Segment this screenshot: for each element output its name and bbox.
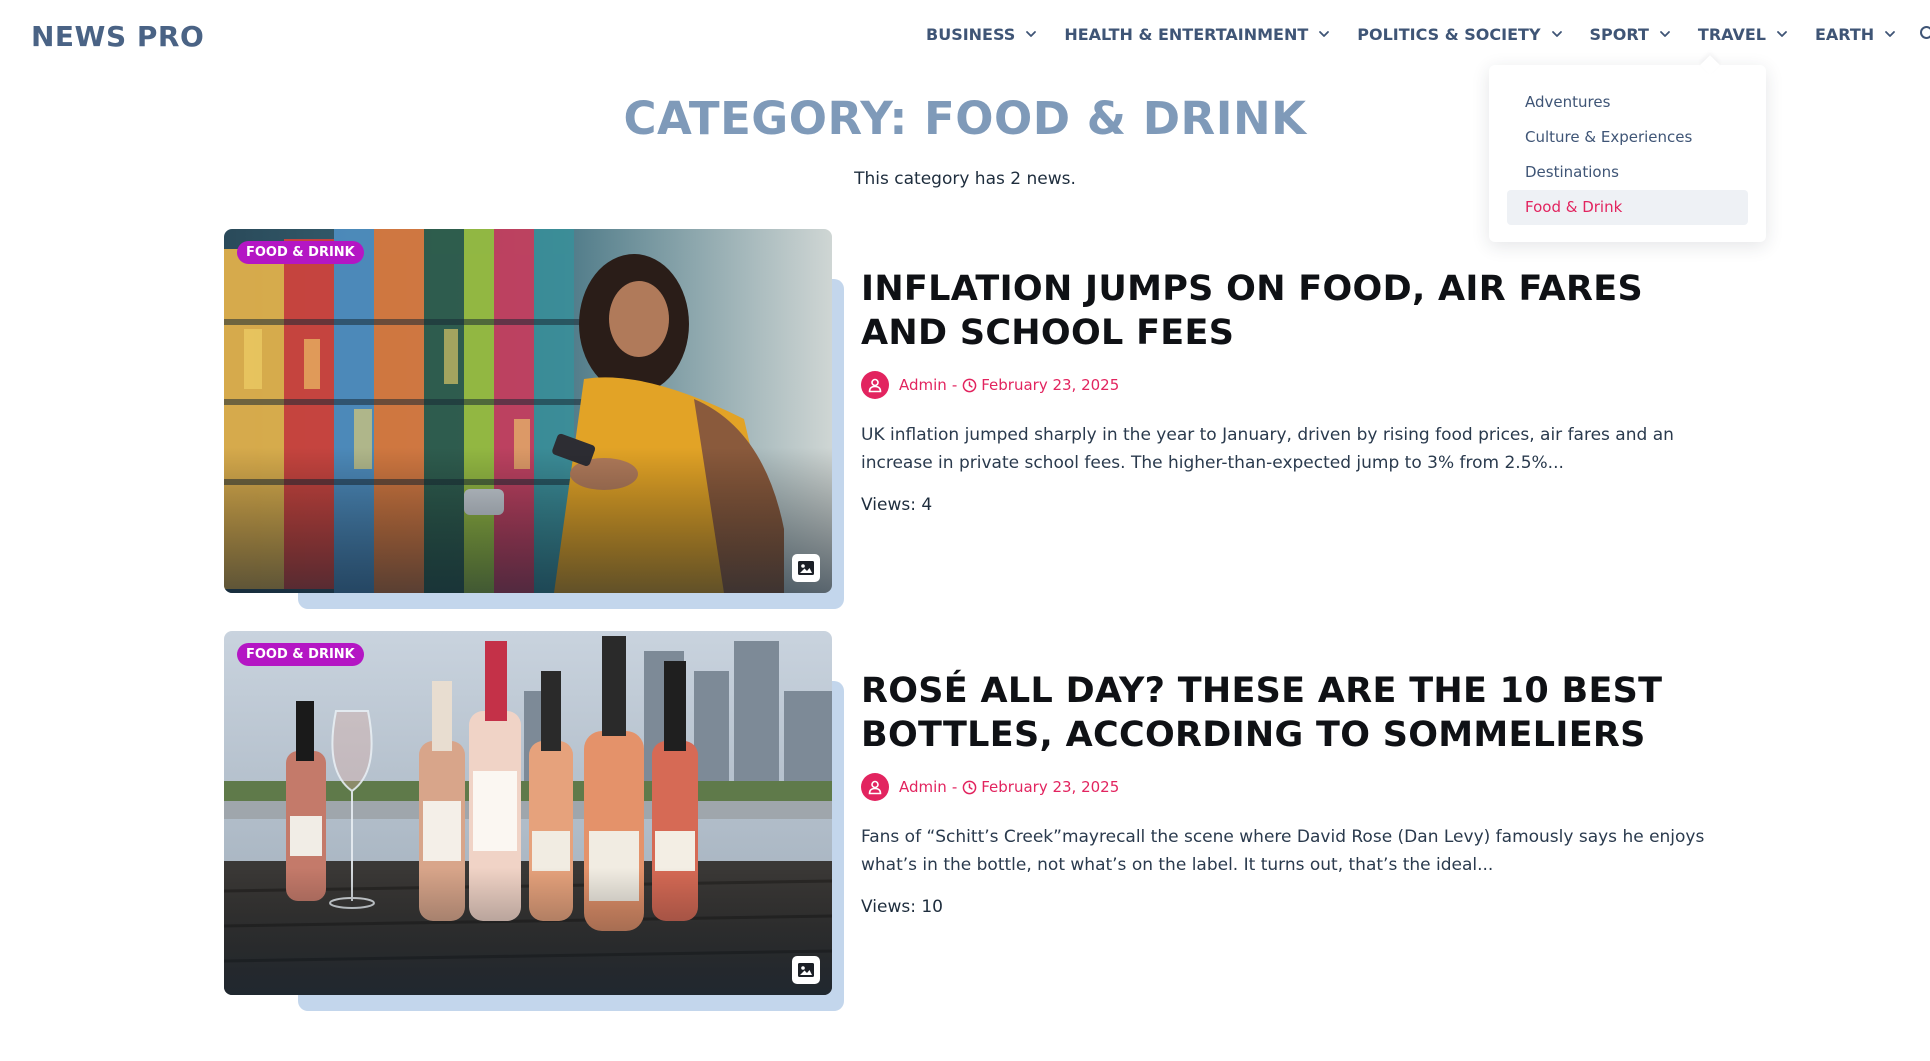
publish-date[interactable]: February 23, 2025 (981, 778, 1119, 796)
article-meta: Admin - February 23, 2025 (861, 773, 1721, 801)
user-icon (868, 378, 882, 393)
main-nav: BUSINESS HEALTH & ENTERTAINMENT POLITICS… (926, 24, 1930, 44)
search-icon (1920, 26, 1930, 39)
article-title[interactable]: INFLATION JUMPS ON FOOD, AIR FARES AND S… (861, 267, 1721, 355)
category-count: This category has 2 news. (854, 169, 1076, 189)
article-card: FOOD & DRINK ROSÉ ALL DAY? THESE ARE THE… (224, 631, 1724, 1011)
chevron-down-icon (1551, 31, 1562, 37)
article-meta: Admin - February 23, 2025 (861, 371, 1721, 399)
clock-icon (962, 780, 977, 794)
nav-label: HEALTH & ENTERTAINMENT (1064, 24, 1309, 44)
nav-label: POLITICS & SOCIETY (1357, 24, 1541, 44)
nav-label: EARTH (1814, 24, 1875, 44)
nav-item-business[interactable]: BUSINESS (926, 25, 1037, 44)
article-excerpt: Fans of “Schitt’s Creek”mayrecall the sc… (861, 827, 1705, 875)
clock-icon (962, 378, 977, 392)
dropdown-item-food-drink[interactable]: Food & Drink (1507, 190, 1748, 225)
image-format-icon (792, 956, 820, 984)
chevron-down-icon (1319, 31, 1330, 37)
author-avatar (861, 371, 889, 399)
image-icon (798, 963, 814, 977)
view-count: Views: 4 (861, 495, 933, 515)
nav-label: SPORT (1589, 24, 1649, 44)
thumbnail-image[interactable]: FOOD & DRINK (224, 631, 832, 995)
wine-bottles-photo (224, 631, 832, 995)
category-badge[interactable]: FOOD & DRINK (237, 643, 364, 666)
chevron-down-icon (1885, 31, 1896, 37)
image-icon (798, 561, 814, 575)
view-count: Views: 10 (861, 897, 943, 917)
nav-item-earth[interactable]: EARTH (1815, 25, 1896, 44)
chevron-down-icon (1660, 31, 1670, 37)
nav-item-sport[interactable]: SPORT (1590, 25, 1671, 44)
search-button[interactable] (1918, 24, 1930, 44)
user-icon (868, 780, 882, 795)
article-excerpt: UK inflation jumped sharply in the year … (861, 425, 1674, 473)
meta-separator: - (951, 778, 958, 796)
author-name[interactable]: Admin (899, 376, 947, 394)
article-title[interactable]: ROSÉ ALL DAY? THESE ARE THE 10 BEST BOTT… (861, 669, 1721, 757)
thumbnail-image[interactable]: FOOD & DRINK (224, 229, 832, 593)
author-name[interactable]: Admin (899, 778, 947, 796)
supermarket-photo (224, 229, 832, 593)
article-content: ROSÉ ALL DAY? THESE ARE THE 10 BEST BOTT… (861, 669, 1721, 917)
author-avatar (861, 773, 889, 801)
nav-item-politics-society[interactable]: POLITICS & SOCIETY (1357, 25, 1562, 44)
category-badge[interactable]: FOOD & DRINK (237, 241, 364, 264)
chevron-down-icon (1777, 31, 1787, 37)
nav-label: TRAVEL (1697, 24, 1766, 44)
article-thumbnail[interactable]: FOOD & DRINK (224, 229, 844, 609)
article-thumbnail[interactable]: FOOD & DRINK (224, 631, 844, 1011)
nav-label: BUSINESS (926, 24, 1016, 44)
article-content: INFLATION JUMPS ON FOOD, AIR FARES AND S… (861, 267, 1721, 515)
nav-item-travel[interactable]: TRAVEL (1698, 25, 1788, 44)
image-format-icon (792, 554, 820, 582)
site-logo[interactable]: NEWS PRO (31, 20, 204, 53)
chevron-down-icon (1026, 31, 1037, 37)
publish-date[interactable]: February 23, 2025 (981, 376, 1119, 394)
page-title: CATEGORY: FOOD & DRINK (623, 92, 1307, 145)
site-header: NEWS PRO BUSINESS HEALTH & ENTERTAINMENT… (0, 0, 1930, 72)
nav-item-health-entertainment[interactable]: HEALTH & ENTERTAINMENT (1064, 25, 1330, 44)
article-card: FOOD & DRINK INFLATION JUMPS ON FOOD, AI… (224, 229, 1724, 609)
meta-separator: - (951, 376, 958, 394)
